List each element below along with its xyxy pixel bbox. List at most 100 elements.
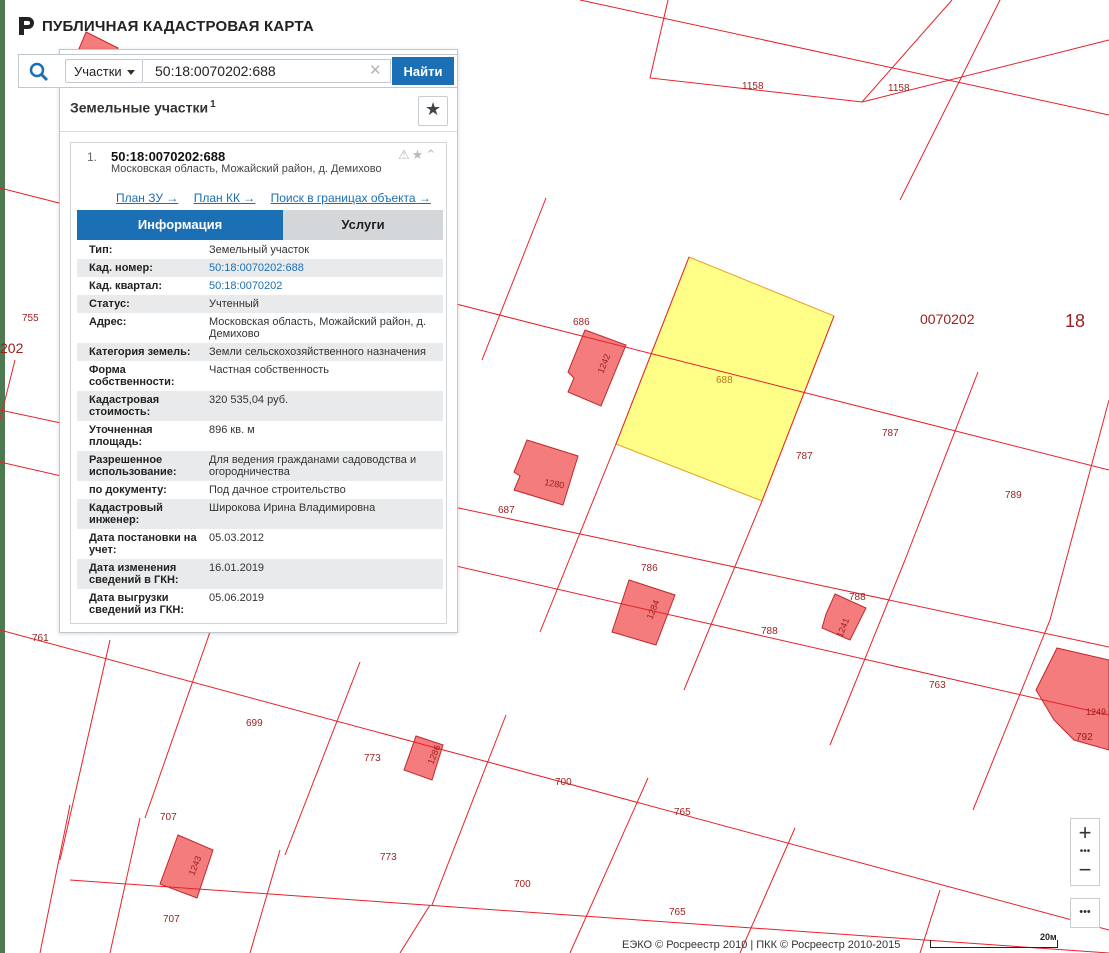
info-value: 05.06.2019 — [209, 592, 265, 604]
info-value-link[interactable]: 50:18:0070202 — [209, 280, 434, 292]
tab-services[interactable]: Услуги — [283, 210, 443, 240]
card-actions: ⚠★⌃ — [398, 147, 438, 163]
parcel-label: 707 — [163, 914, 180, 925]
info-value: Земли сельскохозяйственного назначения — [209, 346, 426, 358]
search-bar: Участки ✕ Найти — [18, 54, 458, 88]
more-tools-button[interactable]: ••• — [1070, 898, 1100, 928]
info-row: по документу: Под дачное строительство — [77, 481, 443, 499]
info-value-link[interactable]: 50:18:0070202:688 — [209, 262, 434, 274]
parcel-label: 786 — [641, 563, 658, 574]
building[interactable] — [1035, 647, 1109, 751]
parcel-label: 773 — [380, 852, 397, 863]
result-index: 1. — [87, 150, 98, 164]
search-icon[interactable] — [29, 62, 49, 82]
tab-information[interactable]: Информация — [77, 210, 283, 240]
info-value: 05.03.2012 — [209, 532, 265, 544]
zoom-slider-handle[interactable]: ••• — [1071, 847, 1099, 857]
result-address: Московская область, Можайский район, д. … — [111, 163, 382, 175]
parcel-label: 699 — [246, 718, 263, 729]
result-card: 1. 50:18:0070202:688 Московская область,… — [70, 142, 447, 624]
parcel-label: 761 — [32, 633, 49, 644]
favorites-button[interactable]: ★ — [418, 96, 448, 126]
search-type-label: Участки — [74, 64, 122, 79]
warning-icon[interactable]: ⚠ — [398, 147, 412, 162]
result-links: План ЗУ → План КК → Поиск в границах объ… — [116, 191, 443, 205]
copyright: ЕЭКО © Росреестр 2010 | ПКК © Росреестр … — [622, 939, 901, 951]
info-row: Разрешенное использование: Для ведения гр… — [77, 451, 443, 481]
map-edge-strip — [0, 0, 5, 953]
parcel-label: 686 — [573, 317, 590, 328]
find-button[interactable]: Найти — [392, 57, 454, 85]
info-row: Дата выгрузки сведений из ГКН: 05.06.2019 — [77, 589, 443, 619]
divider — [60, 131, 457, 132]
link-search-within[interactable]: Поиск в границах объекта → — [271, 191, 431, 205]
star-icon: ★ — [425, 99, 442, 119]
parcel-label: 687 — [498, 505, 515, 516]
info-row: Уточненная площадь: 896 кв. м — [77, 421, 443, 451]
building[interactable] — [513, 439, 579, 506]
info-row: Статус: Учтенный — [77, 295, 443, 313]
info-value: Московская область, Можайский район, д. … — [209, 316, 426, 340]
star-icon[interactable]: ★ — [412, 147, 426, 162]
info-value: 16.01.2019 — [209, 562, 265, 574]
info-row: Дата постановки на учет: 05.03.2012 — [77, 529, 443, 559]
info-label: Адрес: — [89, 316, 127, 328]
info-label: Дата изменения сведений в ГКН: — [89, 562, 179, 586]
chevron-up-icon[interactable]: ⌃ — [425, 147, 438, 162]
results-title: Земельные участки 1 — [70, 99, 216, 116]
info-label: Кад. номер: — [89, 262, 153, 274]
info-value: 320 535,04 руб. — [209, 394, 289, 406]
quarter-label: 0070202 — [920, 311, 975, 327]
info-row: Кад. квартал: 50:18:0070202 — [77, 277, 443, 295]
building-label: 1249 — [1086, 707, 1106, 717]
link-plan-kk[interactable]: План КК → — [194, 191, 256, 205]
chevron-down-icon — [127, 70, 135, 75]
info-value: Широкова Ирина Владимировна — [209, 502, 376, 514]
parcel-label: 700 — [514, 879, 531, 890]
building[interactable] — [611, 579, 676, 646]
info-label: по документу: — [89, 484, 167, 496]
info-label: Кадастровая стоимость: — [89, 394, 160, 418]
parcel-label: 1158 — [742, 81, 764, 92]
parcel-label: 789 — [1005, 490, 1022, 501]
info-value: Частная собственность — [209, 364, 330, 376]
results-title-text: Земельные участки — [70, 99, 209, 116]
search-type-select[interactable]: Участки — [65, 59, 143, 83]
result-cad-number[interactable]: 50:18:0070202:688 — [111, 149, 225, 164]
parcel-label: 792 — [1076, 732, 1093, 743]
search-input[interactable] — [143, 59, 391, 83]
info-label: Кад. квартал: — [89, 280, 163, 292]
scale-label: 20м — [1040, 932, 1057, 942]
info-label: Статус: — [89, 298, 130, 310]
scale-bar — [930, 940, 1058, 948]
parcel-label: 755 — [22, 313, 39, 324]
info-label: Дата постановки на учет: — [89, 532, 197, 556]
zoom-in-button[interactable]: + — [1071, 819, 1099, 849]
parcel-label: 707 — [160, 812, 177, 823]
parcel-label: 788 — [849, 592, 866, 603]
info-label: Категория земель: — [89, 346, 191, 358]
info-row: Кадастровая стоимость: 320 535,04 руб. — [77, 391, 443, 421]
info-value: Учтенный — [209, 298, 259, 310]
info-row: Категория земель: Земли сельскохозяйствен… — [77, 343, 443, 361]
parcel-label: 773 — [364, 753, 381, 764]
parcel-label: 787 — [882, 428, 899, 439]
pkk-logo-icon — [19, 17, 34, 35]
quarter-label-left: 202 — [0, 340, 24, 356]
results-count: 1 — [210, 99, 216, 110]
app-title-text: ПУБЛИЧНАЯ КАДАСТРОВАЯ КАРТА — [42, 17, 314, 35]
info-label: Дата выгрузки сведений из ГКН: — [89, 592, 185, 616]
app-title: ПУБЛИЧНАЯ КАДАСТРОВАЯ КАРТА — [16, 14, 314, 38]
info-label: Разрешенное использование: — [89, 454, 177, 478]
info-value: Земельный участок — [209, 244, 310, 256]
zoom-out-button[interactable]: − — [1071, 857, 1099, 885]
district-label: 18 — [1065, 311, 1085, 331]
parcel-label: 788 — [761, 626, 778, 637]
info-value: 896 кв. м — [209, 424, 255, 436]
link-plan-zu[interactable]: План ЗУ → — [116, 191, 178, 205]
parcel-label: 765 — [674, 807, 691, 818]
clear-icon[interactable]: ✕ — [369, 62, 382, 80]
zoom-control: + ••• − — [1070, 818, 1100, 886]
info-label: Форма собственности: — [89, 364, 175, 388]
parcel-label: 688 — [716, 375, 733, 386]
